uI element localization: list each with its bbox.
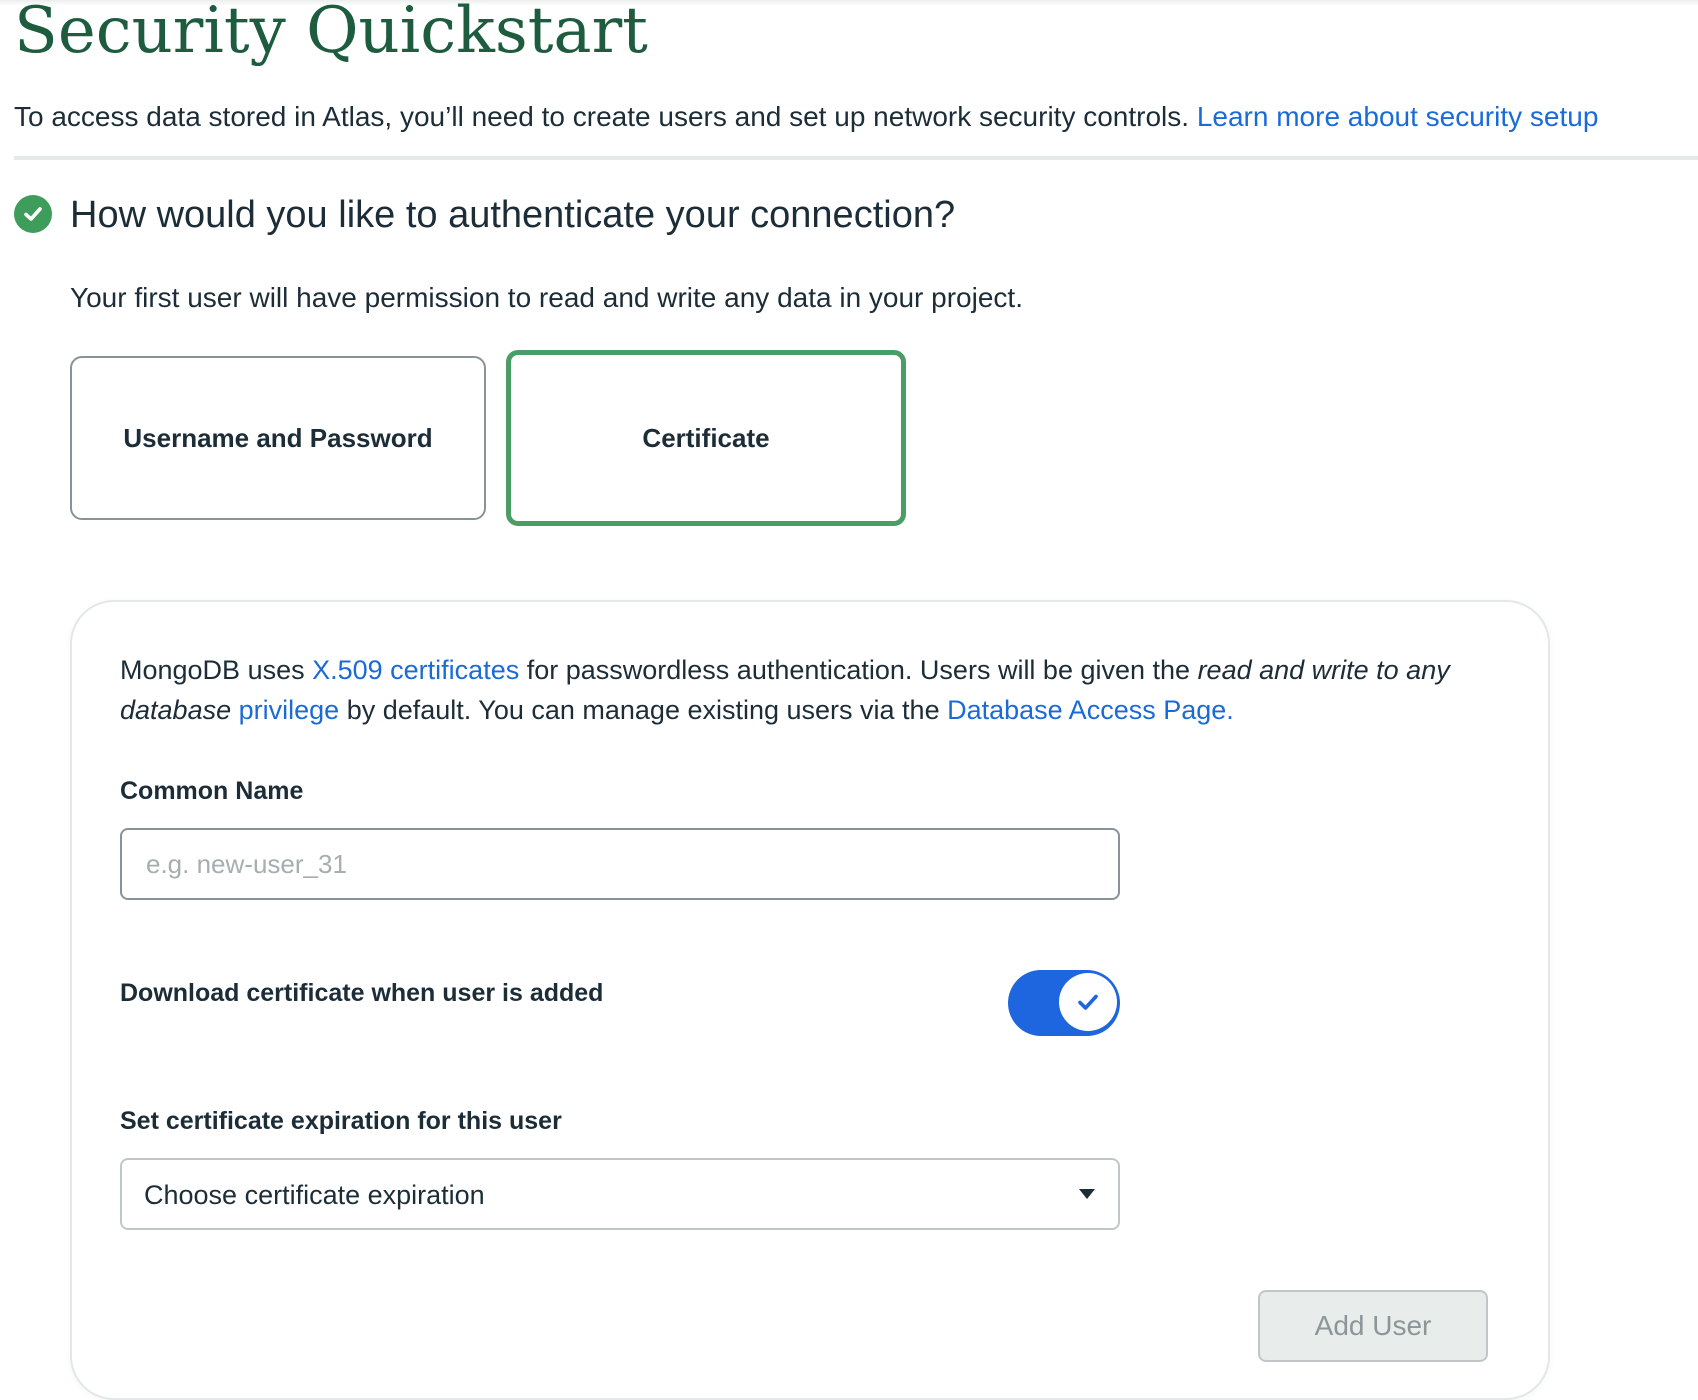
auth-option-username-password[interactable]: Username and Password bbox=[70, 356, 486, 520]
certificate-panel-description: MongoDB uses X.509 certificates for pass… bbox=[120, 650, 1520, 730]
description-text bbox=[231, 695, 239, 725]
check-icon bbox=[1078, 994, 1098, 1010]
common-name-input[interactable] bbox=[120, 828, 1120, 900]
intro-text-block: To access data stored in Atlas, you’ll n… bbox=[14, 98, 1598, 136]
auth-option-label: Certificate bbox=[642, 422, 770, 453]
description-text: by default. You can manage existing user… bbox=[339, 695, 948, 725]
privilege-link[interactable]: privilege bbox=[239, 695, 340, 725]
common-name-label: Common Name bbox=[120, 777, 304, 805]
check-circle-icon bbox=[14, 195, 52, 233]
auth-option-label: Username and Password bbox=[123, 422, 433, 453]
divider bbox=[14, 156, 1698, 160]
database-access-page-link[interactable]: Database Access Page. bbox=[947, 695, 1234, 725]
caret-down-icon bbox=[1079, 1189, 1095, 1199]
certificate-expiration-label: Set certificate expiration for this user bbox=[120, 1107, 562, 1135]
add-user-button[interactable]: Add User bbox=[1258, 1290, 1488, 1362]
page-title: Security Quickstart bbox=[14, 0, 648, 68]
download-certificate-label: Download certificate when user is added bbox=[120, 979, 604, 1007]
download-certificate-toggle[interactable] bbox=[1008, 970, 1120, 1036]
intro-text: To access data stored in Atlas, you’ll n… bbox=[14, 101, 1190, 132]
x509-certificates-link[interactable]: X.509 certificates bbox=[312, 655, 519, 685]
section-description: Your first user will have permission to … bbox=[70, 282, 1023, 313]
description-text: MongoDB uses bbox=[120, 655, 313, 685]
select-value: Choose certificate expiration bbox=[144, 1180, 485, 1210]
toggle-knob bbox=[1059, 973, 1117, 1031]
learn-more-security-link[interactable]: Learn more about security setup bbox=[1197, 101, 1599, 132]
description-text: for passwordless authentication. Users w… bbox=[519, 655, 1198, 685]
certificate-expiration-select[interactable]: Choose certificate expiration bbox=[120, 1158, 1120, 1230]
section-title: How would you like to authenticate your … bbox=[70, 194, 956, 236]
auth-option-certificate[interactable]: Certificate bbox=[506, 350, 906, 526]
